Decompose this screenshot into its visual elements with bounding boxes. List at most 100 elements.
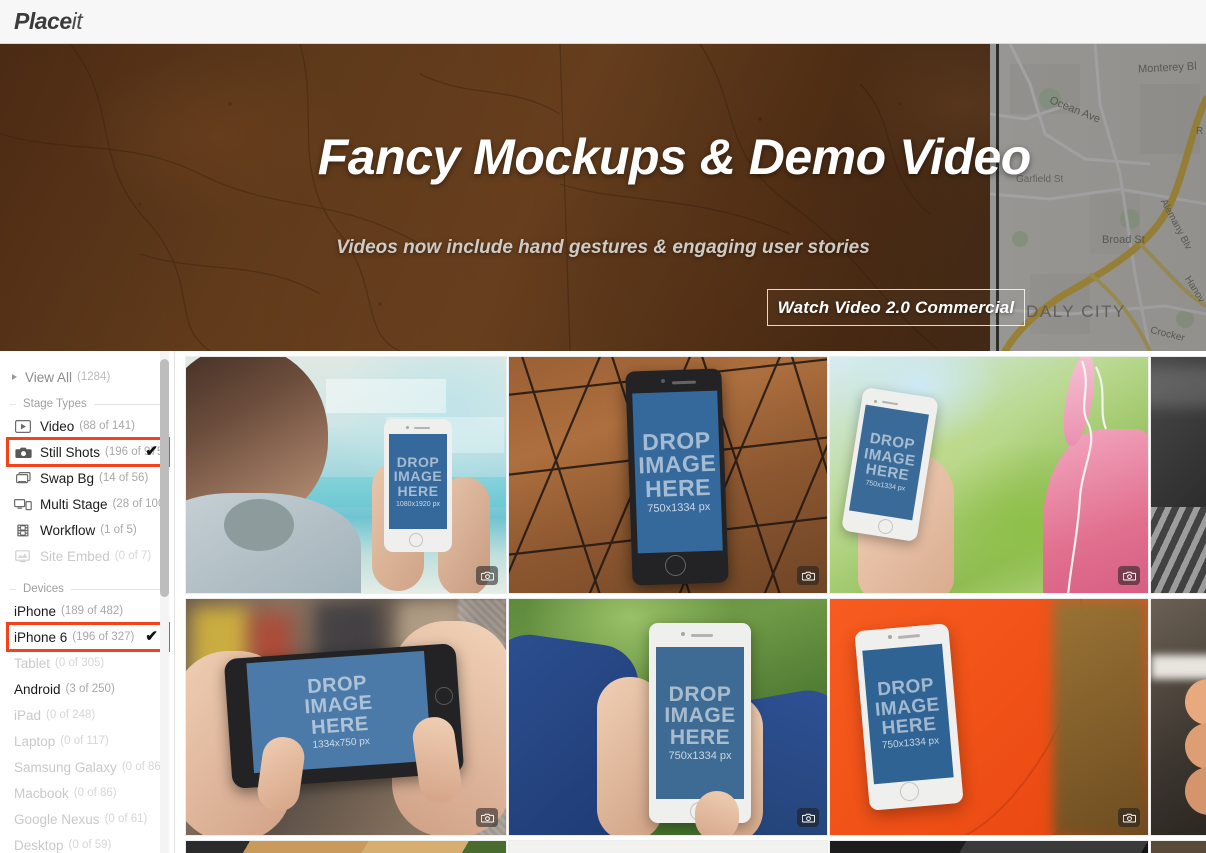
sidebar-item-workflow[interactable]: Workflow (1 of 5): [0, 517, 174, 543]
drop-line-3: HERE: [644, 473, 712, 502]
sidebar-item-desktop[interactable]: Desktop (0 of 59): [0, 832, 174, 853]
sidebar-item-google-nexus[interactable]: Google Nexus (0 of 61): [0, 806, 174, 832]
sidebar-item-view-all[interactable]: View All (1284): [0, 365, 174, 389]
view-all-label: View All: [25, 369, 73, 385]
mockup-photo: DROP IMAGE HERE 1080x1920 px: [186, 357, 506, 593]
drop-line-3: HERE: [397, 482, 439, 499]
table-row[interactable]: DROP IMAGE HERE 750x1334 px: [508, 598, 828, 836]
sidebar-item-count: (0 of 86): [73, 787, 117, 799]
table-row[interactable]: [1150, 598, 1206, 836]
drop-line-1: DROP: [668, 682, 732, 706]
drop-line-3: HERE: [669, 725, 731, 749]
table-row[interactable]: DROP IMAGE HERE 750x1334 px: [508, 356, 828, 594]
camera-icon[interactable]: [476, 808, 498, 827]
hero-content: Fancy Mockups & Demo Video Videos now in…: [0, 44, 1206, 351]
devices-label: Devices: [23, 583, 64, 595]
sidebar-item-still-shots[interactable]: Still Shots (196 of 975) ✔: [6, 437, 170, 467]
sidebar-item-label: iPhone: [14, 603, 57, 619]
chevron-right-icon: [12, 374, 17, 380]
table-row[interactable]: DROP IMAGE HERE 750x1334 px: [829, 598, 1149, 836]
sidebar-item-count: (0 of 7): [114, 550, 152, 562]
sidebar-scrollbar-thumb[interactable]: [160, 359, 169, 597]
phone-screen: DROP IMAGE HERE 750x1334 px: [656, 647, 744, 799]
sidebar-item-label: Macbook: [14, 785, 69, 801]
drop-line-1: DROP: [396, 454, 440, 471]
watch-video-button[interactable]: Watch Video 2.0 Commercial: [767, 289, 1025, 326]
camera-icon[interactable]: [1118, 566, 1140, 585]
video-icon: [14, 419, 32, 434]
view-all-count: (1284): [77, 371, 111, 383]
site-embed-icon: [14, 549, 32, 564]
app-header: Placeit: [0, 0, 1206, 44]
table-row[interactable]: [185, 840, 507, 853]
table-row[interactable]: DROP IMAGE HERE 1334x750 px: [185, 598, 507, 836]
hero-banner: Monterey Bl Ocean Ave Garfield St Broad …: [0, 44, 1206, 351]
sidebar-item-tablet[interactable]: Tablet (0 of 305): [0, 650, 174, 676]
stage-types-label: Stage Types: [23, 398, 87, 410]
mockup-photo: [1151, 357, 1206, 593]
sidebar-item-laptop[interactable]: Laptop (0 of 117): [0, 728, 174, 754]
sidebar-item-count: (0 of 61): [104, 813, 148, 825]
sidebar-item-iphone[interactable]: iPhone (189 of 482): [0, 598, 174, 624]
camera-icon[interactable]: [797, 808, 819, 827]
logo-text-light: it: [71, 8, 83, 34]
sidebar-item-count: (3 of 250): [65, 683, 115, 695]
drop-line-3: HERE: [880, 713, 938, 740]
sidebar-item-label: Multi Stage: [40, 496, 108, 512]
table-row[interactable]: [508, 840, 828, 853]
mockup-photo: DROP IMAGE HERE 750x1334 px: [830, 357, 1148, 593]
sidebar-item-label: Samsung Galaxy: [14, 759, 117, 775]
drop-dimensions: 1334x750 px: [312, 735, 371, 751]
table-row[interactable]: DROP IMAGE HERE 750x1334 px: [829, 356, 1149, 594]
stage-types-group-header: Stage Types: [10, 398, 160, 410]
sidebar-item-count: (196 of 327): [72, 631, 135, 643]
sidebar-item-ipad[interactable]: iPad (0 of 248): [0, 702, 174, 728]
workflow-icon: [14, 523, 32, 538]
mockup-gallery: DROP IMAGE HERE 1080x1920 px DROP IMAGE …: [176, 351, 1206, 853]
sidebar-item-count: (189 of 482): [61, 605, 124, 617]
placeit-logo[interactable]: Placeit: [14, 8, 83, 35]
sidebar-item-count: (14 of 56): [99, 472, 149, 484]
checkmark-icon: ✔: [145, 443, 158, 460]
mockup-photo: [1151, 599, 1206, 835]
camera-icon[interactable]: [476, 566, 498, 585]
camera-icon[interactable]: [1118, 808, 1140, 827]
sidebar-item-site-embed[interactable]: Site Embed (0 of 7): [0, 543, 174, 569]
drop-dimensions: 750x1334 px: [668, 750, 732, 762]
sidebar-item-samsung-galaxy[interactable]: Samsung Galaxy (0 of 86): [0, 754, 174, 780]
multi-stage-icon: [14, 497, 32, 512]
sidebar-item-iphone-6[interactable]: iPhone 6 (196 of 327) ✔: [6, 622, 170, 652]
sidebar-item-label: Site Embed: [40, 548, 110, 564]
sidebar-item-label: Workflow: [40, 522, 96, 538]
sidebar-item-count: (0 of 59): [68, 839, 112, 851]
sidebar-item-count: (0 of 248): [46, 709, 96, 721]
sidebar-item-video[interactable]: Video (88 of 141): [0, 413, 174, 439]
devices-group-header: Devices: [10, 583, 160, 595]
sidebar-item-swap-bg[interactable]: Swap Bg (14 of 56): [0, 465, 174, 491]
sidebar-item-macbook[interactable]: Macbook (0 of 86): [0, 780, 174, 806]
mockup-photo: DROP IMAGE HERE 750x1334 px: [509, 599, 827, 835]
phone-screen: DROP IMAGE HERE 750x1334 px: [862, 643, 954, 785]
phone-screen: DROP IMAGE HERE 750x1334 px: [632, 390, 723, 554]
drop-line-2: IMAGE: [664, 704, 736, 728]
drop-dimensions: 750x1334 px: [647, 500, 711, 516]
sidebar-item-count: (88 of 141): [79, 420, 135, 432]
sidebar-item-label: Desktop: [14, 837, 64, 853]
sidebar-item-label: Google Nexus: [14, 811, 100, 827]
table-row[interactable]: [1150, 356, 1206, 594]
camera-icon[interactable]: [797, 566, 819, 585]
sidebar-item-android[interactable]: Android (3 of 250): [0, 676, 174, 702]
mockup-photo: [509, 841, 827, 853]
table-row[interactable]: DROP IMAGE HERE 1080x1920 px: [185, 356, 507, 594]
checkmark-icon: ✔: [145, 628, 158, 645]
drop-line-2: IMAGE: [393, 468, 443, 485]
table-row[interactable]: [829, 840, 1149, 853]
drop-dimensions: 1080x1920 px: [396, 500, 440, 508]
sidebar-scrollbar[interactable]: [160, 351, 169, 853]
sidebar-item-multi-stage[interactable]: Multi Stage (28 of 100): [0, 491, 174, 517]
mockup-photo: [1151, 841, 1206, 853]
sidebar-item-count: (0 of 305): [55, 657, 105, 669]
mockup-photo: DROP IMAGE HERE 1334x750 px: [186, 599, 506, 835]
table-row[interactable]: [1150, 840, 1206, 853]
sidebar-item-label: Still Shots: [40, 444, 101, 460]
